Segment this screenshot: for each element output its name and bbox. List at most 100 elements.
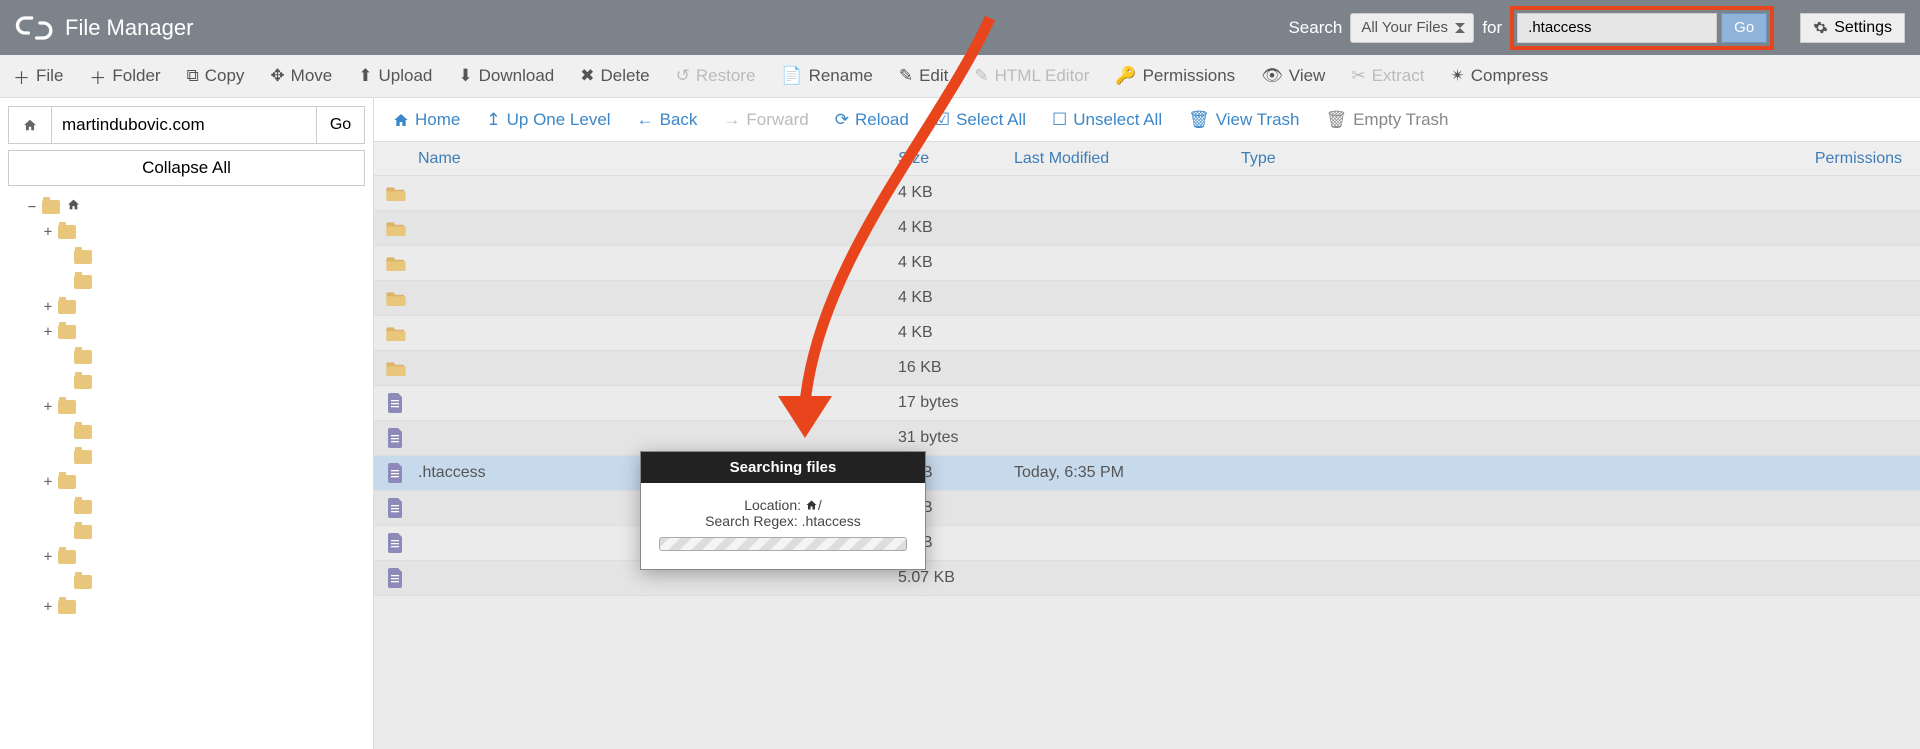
uncheck-icon: ☐ bbox=[1052, 110, 1067, 130]
tree-item[interactable] bbox=[8, 419, 365, 444]
path-input[interactable] bbox=[52, 106, 317, 144]
tree-toggle[interactable]: + bbox=[42, 324, 54, 340]
tree-item[interactable]: + bbox=[8, 394, 365, 419]
search-go-button[interactable]: Go bbox=[1721, 13, 1767, 43]
file-listing[interactable]: 4 KB4 KB4 KB4 KB4 KB16 KB17 bytes31 byte… bbox=[374, 176, 1920, 749]
nav-up-button[interactable]: ↥Up One Level bbox=[473, 98, 623, 142]
tree-item[interactable] bbox=[8, 569, 365, 594]
tree-toggle[interactable]: + bbox=[42, 399, 54, 415]
nav-emptytrash-button[interactable]: 🗑Empty Trash bbox=[1312, 98, 1461, 142]
search-input[interactable] bbox=[1517, 13, 1717, 43]
new-file-button[interactable]: ＋File bbox=[0, 55, 76, 97]
table-row[interactable]: 17 bytes bbox=[374, 386, 1920, 421]
tree-item[interactable]: + bbox=[8, 544, 365, 569]
home-icon bbox=[805, 499, 818, 511]
html-editor-button[interactable]: ✎HTML Editor bbox=[961, 55, 1102, 97]
tree-item[interactable] bbox=[8, 519, 365, 544]
tree-item[interactable] bbox=[8, 369, 365, 394]
download-button[interactable]: ⬇Download bbox=[445, 55, 567, 97]
path-go-button[interactable]: Go bbox=[317, 106, 365, 144]
tree-item[interactable]: + bbox=[8, 594, 365, 619]
tree-item[interactable]: + bbox=[8, 294, 365, 319]
content-pane: Home ↥Up One Level ←Back →Forward ⟳Reloa… bbox=[374, 98, 1920, 749]
new-folder-button[interactable]: ＋Folder bbox=[76, 55, 173, 97]
tree-item[interactable] bbox=[8, 344, 365, 369]
col-modified-header[interactable]: Last Modified bbox=[1014, 150, 1241, 168]
nav-reload-button[interactable]: ⟳Reload bbox=[822, 98, 922, 142]
copy-button[interactable]: ⧉Copy bbox=[174, 55, 258, 97]
nav-back-button[interactable]: ←Back bbox=[624, 98, 711, 142]
download-icon: ⬇ bbox=[458, 66, 472, 86]
upload-button[interactable]: ⬆Upload bbox=[345, 55, 445, 97]
tree-item[interactable] bbox=[8, 269, 365, 294]
table-row[interactable]: 4 KB bbox=[374, 281, 1920, 316]
search-scope-select[interactable]: All Your Files bbox=[1350, 13, 1474, 43]
table-row[interactable]: 2 KB bbox=[374, 491, 1920, 526]
tree-toggle[interactable]: + bbox=[42, 474, 54, 490]
nav-forward-button[interactable]: →Forward bbox=[710, 98, 821, 142]
search-highlight-annotation: Go bbox=[1510, 6, 1774, 50]
folder-icon bbox=[58, 325, 76, 339]
table-row[interactable]: 7 KB bbox=[374, 526, 1920, 561]
permissions-button[interactable]: 🔑Permissions bbox=[1102, 55, 1248, 97]
row-modified: Today, 6:35 PM bbox=[1014, 464, 1241, 482]
tree-toggle[interactable]: + bbox=[42, 599, 54, 615]
folder-icon bbox=[74, 350, 92, 364]
view-button[interactable]: 👁View bbox=[1248, 55, 1338, 97]
tree-item[interactable]: + bbox=[8, 469, 365, 494]
tree-toggle[interactable]: + bbox=[42, 299, 54, 315]
table-row[interactable]: 4 KB bbox=[374, 316, 1920, 351]
folder-tree[interactable]: −+++++++ bbox=[8, 194, 365, 741]
move-icon: ✥ bbox=[270, 66, 284, 86]
compress-button[interactable]: ✴Compress bbox=[1437, 55, 1561, 97]
settings-button[interactable]: Settings bbox=[1800, 13, 1905, 43]
col-size-header[interactable]: Size bbox=[898, 150, 1014, 168]
tree-toggle[interactable]: + bbox=[42, 549, 54, 565]
tree-item[interactable] bbox=[8, 244, 365, 269]
tree-item[interactable]: + bbox=[8, 319, 365, 344]
tree-toggle[interactable]: + bbox=[42, 224, 54, 240]
table-row[interactable]: 4 KB bbox=[374, 246, 1920, 281]
row-size: 4 KB bbox=[898, 289, 1014, 307]
plus-icon: ＋ bbox=[89, 64, 106, 89]
app-title: File Manager bbox=[65, 15, 193, 41]
folder-icon bbox=[58, 550, 76, 564]
upload-icon: ⬆ bbox=[358, 66, 372, 86]
restore-button[interactable]: ↺Restore bbox=[663, 55, 769, 97]
pencil-icon: ✎ bbox=[899, 66, 913, 86]
nav-selectall-button[interactable]: ☑Select All bbox=[922, 98, 1039, 142]
folder-icon bbox=[58, 400, 76, 414]
rename-button[interactable]: 📄Rename bbox=[768, 55, 885, 97]
folder-icon bbox=[74, 275, 92, 289]
collapse-all-button[interactable]: Collapse All bbox=[8, 150, 365, 186]
tree-item[interactable]: − bbox=[8, 194, 365, 219]
move-button[interactable]: ✥Move bbox=[257, 55, 345, 97]
col-name-header[interactable]: Name bbox=[374, 150, 898, 168]
sidebar: Go Collapse All −+++++++ bbox=[0, 98, 374, 749]
tree-item[interactable] bbox=[8, 444, 365, 469]
extract-button[interactable]: ✂Extract bbox=[1338, 55, 1437, 97]
table-row[interactable]: 4 KB bbox=[374, 176, 1920, 211]
table-row[interactable]: 4 KB bbox=[374, 211, 1920, 246]
delete-button[interactable]: ✖Delete bbox=[567, 55, 662, 97]
table-row[interactable]: .htaccess8 KBToday, 6:35 PM bbox=[374, 456, 1920, 491]
table-row[interactable]: 5.07 KB bbox=[374, 561, 1920, 596]
nav-viewtrash-button[interactable]: 🗑View Trash bbox=[1175, 98, 1312, 142]
tree-item[interactable] bbox=[8, 494, 365, 519]
row-size: 16 KB bbox=[898, 359, 1014, 377]
edit-button[interactable]: ✎Edit bbox=[886, 55, 962, 97]
path-home-button[interactable] bbox=[8, 106, 52, 144]
tree-item[interactable]: + bbox=[8, 219, 365, 244]
table-row[interactable]: 31 bytes bbox=[374, 421, 1920, 456]
tree-toggle[interactable]: − bbox=[26, 199, 38, 215]
nav-row: Home ↥Up One Level ←Back →Forward ⟳Reloa… bbox=[374, 98, 1920, 142]
table-row[interactable]: 16 KB bbox=[374, 351, 1920, 386]
top-header: File Manager Search All Your Files for G… bbox=[0, 0, 1920, 55]
folder-icon bbox=[374, 360, 418, 376]
col-type-header[interactable]: Type bbox=[1241, 150, 1448, 168]
nav-unselectall-button[interactable]: ☐Unselect All bbox=[1039, 98, 1175, 142]
forward-icon: → bbox=[723, 110, 740, 130]
col-permissions-header[interactable]: Permissions bbox=[1448, 150, 1920, 168]
nav-home-button[interactable]: Home bbox=[380, 98, 473, 142]
restore-icon: ↺ bbox=[676, 66, 690, 86]
